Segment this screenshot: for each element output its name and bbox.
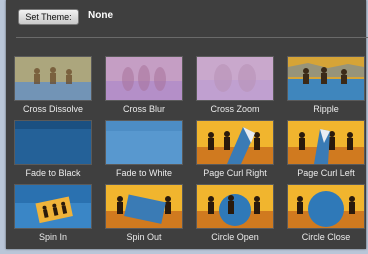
transition-label: Page Curl Left	[297, 168, 355, 178]
transition-spin-in[interactable]: Spin In	[14, 184, 92, 244]
preview-thumbnail	[196, 184, 274, 229]
preview-thumbnail	[287, 184, 365, 229]
transitions-panel: Set Theme: None Cross Dissolve Cross Blu…	[6, 0, 368, 249]
preview-thumbnail	[287, 120, 365, 165]
transition-spin-out[interactable]: Spin Out	[105, 184, 183, 244]
preview-thumbnail	[14, 184, 92, 229]
transition-label: Fade to White	[115, 168, 173, 178]
transition-label: Cross Zoom	[210, 104, 260, 114]
preview-thumbnail	[105, 56, 183, 101]
preview-thumbnail	[105, 120, 183, 165]
transition-label: Fade to Black	[25, 168, 81, 178]
preview-thumbnail	[105, 184, 183, 229]
preview-thumbnail	[14, 56, 92, 101]
transition-fade-to-black[interactable]: Fade to Black	[14, 120, 92, 180]
transition-label: Spin In	[38, 232, 68, 242]
transition-label: Cross Dissolve	[22, 104, 83, 114]
transition-label: Circle Open	[211, 232, 259, 242]
preview-thumbnail	[196, 56, 274, 101]
transition-page-curl-left[interactable]: Page Curl Left	[287, 120, 365, 180]
transition-label: Ripple	[313, 104, 339, 114]
transition-circle-open[interactable]: Circle Open	[196, 184, 274, 244]
transition-label: Circle Close	[301, 232, 351, 242]
preview-thumbnail	[196, 120, 274, 165]
transition-cross-zoom[interactable]: Cross Zoom	[196, 56, 274, 116]
transition-cross-dissolve[interactable]: Cross Dissolve	[14, 56, 92, 116]
preview-thumbnail	[287, 56, 365, 101]
transition-page-curl-right[interactable]: Page Curl Right	[196, 120, 274, 180]
transition-label: Spin Out	[126, 232, 162, 242]
transition-circle-close[interactable]: Circle Close	[287, 184, 365, 244]
transition-cross-blur[interactable]: Cross Blur	[105, 56, 183, 116]
divider	[16, 37, 368, 38]
preview-thumbnail	[14, 120, 92, 165]
transition-fade-to-white[interactable]: Fade to White	[105, 120, 183, 180]
transition-label: Cross Blur	[122, 104, 165, 114]
transition-ripple[interactable]: Ripple	[287, 56, 365, 116]
set-theme-button[interactable]: Set Theme:	[18, 9, 79, 25]
theme-value: None	[88, 10, 113, 21]
transition-label: Page Curl Right	[203, 168, 267, 178]
